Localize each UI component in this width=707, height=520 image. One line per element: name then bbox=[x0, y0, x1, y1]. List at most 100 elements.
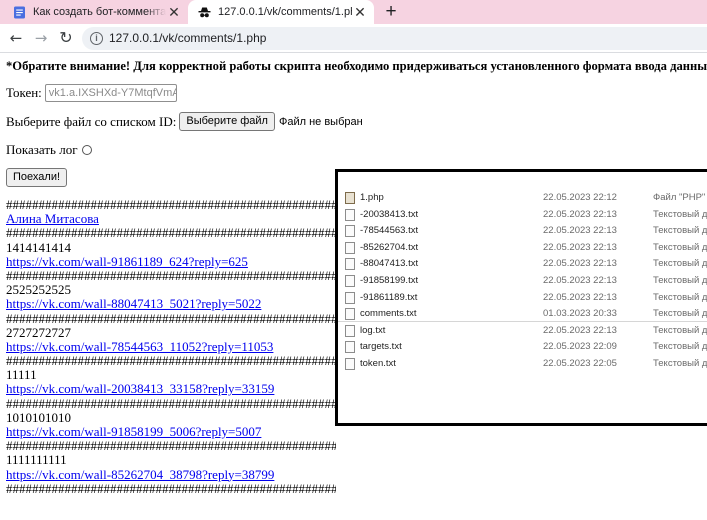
file-type: Текстовый документ bbox=[653, 358, 707, 369]
file-name: 1.php bbox=[360, 192, 384, 203]
tab-bar: Как создать бот-комментатор для VK ✕ 127… bbox=[0, 0, 707, 24]
log-comment-text: 2525252525 bbox=[6, 283, 71, 298]
file-date: 22.05.2023 22:13 bbox=[543, 275, 617, 286]
file-row[interactable]: token.txt 22.05.2023 22:05 Текстовый док… bbox=[338, 356, 707, 372]
file-row[interactable]: comments.txt 01.03.2023 20:33 Текстовый … bbox=[338, 306, 707, 322]
file-name: -78544563.txt bbox=[360, 225, 419, 237]
comment-link[interactable]: https://vk.com/wall-91858199_5006?reply=… bbox=[6, 425, 261, 439]
file-type: Текстовый документ bbox=[653, 291, 707, 303]
comment-link[interactable]: https://vk.com/wall-78544563_11052?reply… bbox=[6, 340, 273, 354]
tab-vk-bot-article[interactable]: Как создать бот-комментатор для VK ✕ bbox=[0, 0, 188, 24]
file-type: Текстовый документ bbox=[653, 341, 707, 353]
file-type: Текстовый документ bbox=[653, 308, 707, 320]
info-icon[interactable]: i bbox=[90, 32, 103, 45]
text-file-icon bbox=[345, 358, 355, 370]
file-name: -88047413.txt bbox=[360, 258, 419, 270]
file-row[interactable]: -20038413.txt 22.05.2023 22:13 Текстовый… bbox=[338, 207, 707, 223]
token-input[interactable]: vk1.a.IXSHXd-Y7MtqfVmA4 bbox=[44, 84, 177, 102]
php-file-icon bbox=[345, 192, 355, 204]
file-name: log.txt bbox=[360, 324, 386, 336]
text-file-icon bbox=[345, 291, 355, 304]
file-row[interactable]: -91861189.txt 22.05.2023 22:13 Текстовый… bbox=[338, 290, 707, 306]
comment-link[interactable]: https://vk.com/wall-20038413_33158?reply… bbox=[6, 382, 274, 396]
warning-text: *Обратите внимание! Для корректной работ… bbox=[6, 59, 707, 73]
log-comment-text: 2727272727 bbox=[6, 325, 71, 340]
text-file-icon bbox=[345, 275, 355, 287]
log-output: ########################################… bbox=[6, 198, 336, 496]
log-separator: ########################################… bbox=[6, 481, 336, 496]
file-name: comments.txt bbox=[360, 308, 417, 320]
close-tab-icon[interactable]: ✕ bbox=[352, 4, 368, 21]
log-separator: ########################################… bbox=[6, 396, 336, 411]
choose-file-button[interactable]: Выберите файл bbox=[179, 112, 275, 131]
file-name: -85262704.txt bbox=[360, 241, 419, 253]
address-bar[interactable]: i 127.0.0.1/vk/comments/1.php bbox=[82, 27, 707, 50]
tab-title: Как создать бот-комментатор для VK bbox=[33, 6, 166, 18]
file-row: Выберите файл со списком ID: Выберите фа… bbox=[6, 112, 363, 131]
log-separator: ########################################… bbox=[6, 268, 336, 283]
file-name: token.txt bbox=[360, 358, 396, 369]
show-log-radio[interactable] bbox=[81, 145, 92, 155]
text-file-icon bbox=[345, 208, 355, 221]
text-file-icon bbox=[345, 341, 355, 354]
doc-icon bbox=[14, 6, 25, 18]
log-comment-text: 1111111111 bbox=[6, 453, 67, 468]
log-separator: ########################################… bbox=[6, 354, 336, 369]
file-explorer-screenshot: 1.php 22.05.2023 22:12 Файл "PHP" -20038… bbox=[335, 169, 707, 426]
reload-icon[interactable]: ↻ bbox=[55, 27, 77, 49]
author-link[interactable]: Алина Митасова bbox=[6, 212, 99, 226]
browser-toolbar: ← → ↻ i 127.0.0.1/vk/comments/1.php bbox=[0, 24, 707, 53]
url-text[interactable]: 127.0.0.1/vk/comments/1.php bbox=[109, 31, 266, 45]
file-row[interactable]: targets.txt 22.05.2023 22:09 Текстовый д… bbox=[338, 339, 707, 355]
file-date: 22.05.2023 22:13 bbox=[543, 225, 617, 237]
file-row[interactable]: -91858199.txt 22.05.2023 22:13 Текстовый… bbox=[338, 273, 707, 289]
file-date: 22.05.2023 22:09 bbox=[543, 341, 617, 353]
forward-arrow-icon[interactable]: → bbox=[30, 27, 52, 49]
file-type: Текстовый документ bbox=[653, 324, 707, 336]
log-comment-text: 1414141414 bbox=[6, 240, 71, 255]
file-date: 22.05.2023 22:05 bbox=[543, 358, 617, 369]
text-file-icon bbox=[345, 324, 355, 337]
file-row[interactable]: -88047413.txt 22.05.2023 22:13 Текстовый… bbox=[338, 256, 707, 272]
log-separator: ########################################… bbox=[6, 311, 336, 326]
file-type: Текстовый документ bbox=[653, 275, 707, 286]
file-date: 22.05.2023 22:13 bbox=[543, 241, 617, 253]
file-row[interactable]: -85262704.txt 22.05.2023 22:13 Текстовый… bbox=[338, 240, 707, 256]
comment-link[interactable]: https://vk.com/wall-88047413_5021?reply=… bbox=[6, 297, 261, 311]
file-date: 22.05.2023 22:13 bbox=[543, 324, 617, 336]
log-separator: ########################################… bbox=[6, 226, 336, 241]
close-tab-icon[interactable]: ✕ bbox=[166, 4, 182, 21]
show-log-label: Показать лог bbox=[6, 142, 78, 157]
file-name: -91858199.txt bbox=[360, 275, 419, 286]
file-type: Файл "PHP" bbox=[653, 192, 706, 203]
file-type: Текстовый документ bbox=[653, 258, 707, 270]
new-tab-button[interactable]: + bbox=[381, 1, 401, 23]
text-file-icon bbox=[345, 225, 355, 238]
file-row[interactable]: log.txt 22.05.2023 22:13 Текстовый докум… bbox=[338, 323, 707, 339]
log-comment-text: 11111 bbox=[6, 368, 37, 383]
file-date: 22.05.2023 22:13 bbox=[543, 258, 617, 270]
file-date: 22.05.2023 22:13 bbox=[543, 208, 617, 220]
go-button[interactable]: Поехали! bbox=[6, 168, 68, 187]
file-type: Текстовый документ bbox=[653, 225, 707, 237]
text-file-icon bbox=[345, 308, 355, 321]
spy-icon bbox=[198, 7, 211, 17]
file-date: 22.05.2023 22:13 bbox=[543, 291, 617, 303]
log-separator: ########################################… bbox=[6, 198, 336, 212]
file-row-php[interactable]: 1.php 22.05.2023 22:12 Файл "PHP" bbox=[338, 190, 707, 206]
file-row[interactable]: -78544563.txt 22.05.2023 22:13 Текстовый… bbox=[338, 223, 707, 239]
file-name: -91861189.txt bbox=[360, 291, 418, 303]
show-log-row: Показать лог bbox=[6, 142, 92, 158]
file-label: Выберите файл со списком ID: bbox=[6, 113, 177, 129]
token-label: Токен: bbox=[6, 85, 42, 100]
tab-comments-php[interactable]: 127.0.0.1/vk/comments/1.php ✕ bbox=[188, 0, 374, 24]
file-status: Файл не выбран bbox=[278, 115, 363, 128]
file-date: 01.03.2023 20:33 bbox=[543, 308, 617, 320]
file-type: Текстовый документ bbox=[653, 241, 707, 253]
tab-title: 127.0.0.1/vk/comments/1.php bbox=[218, 6, 352, 18]
file-name: -20038413.txt bbox=[360, 208, 419, 220]
comment-link[interactable]: https://vk.com/wall-91861189_624?reply=6… bbox=[6, 255, 248, 269]
back-arrow-icon[interactable]: ← bbox=[5, 27, 27, 49]
comment-link[interactable]: https://vk.com/wall-85262704_38798?reply… bbox=[6, 468, 274, 482]
text-file-icon bbox=[345, 258, 355, 271]
